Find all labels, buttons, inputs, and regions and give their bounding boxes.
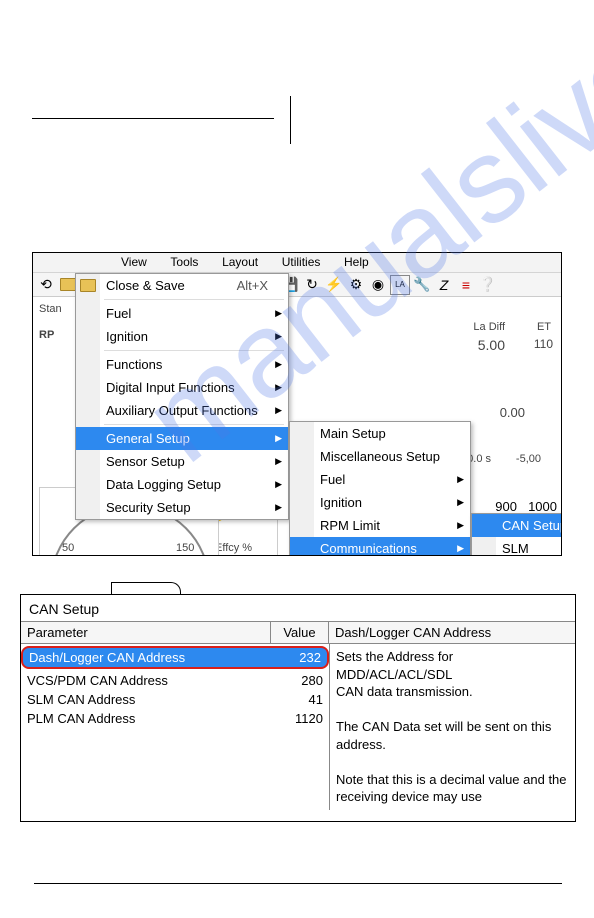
can-table-header: Parameter Value Dash/Logger CAN Address xyxy=(21,621,575,644)
menu-item-data-logging[interactable]: Data Logging Setup▶ xyxy=(76,473,288,496)
menu-item-slm[interactable]: SLM▶ xyxy=(472,537,562,556)
grid-val: 1000 xyxy=(517,499,557,514)
menu-item-aux-output[interactable]: Auxiliary Output Functions▶ xyxy=(76,399,288,422)
menu-item-ignition-sub[interactable]: Ignition▶ xyxy=(290,491,470,514)
submenu-communications: CAN Setup SLM▶ xyxy=(471,513,562,556)
desc-line: MDD/ACL/ACL/SDL xyxy=(336,666,569,684)
can-row-dash-logger[interactable]: Dash/Logger CAN Address 232 xyxy=(21,646,329,669)
desc-line: Note that this is a decimal value and th… xyxy=(336,771,569,806)
menu-screenshot: View Tools Layout Utilities Help ⟲ 💾 ↻ ⚡… xyxy=(32,252,562,556)
menu-item-can-setup[interactable]: CAN Setup xyxy=(472,514,562,537)
can-setup-title: CAN Setup xyxy=(21,595,575,621)
menubar-item-tools[interactable]: Tools xyxy=(160,253,208,271)
neg5-value: -5,00 xyxy=(516,453,541,465)
chevron-right-icon: ▶ xyxy=(275,308,282,319)
tab-notch xyxy=(111,582,181,594)
z-icon[interactable]: Z xyxy=(434,275,454,295)
menu-item-general-setup[interactable]: General Setup▶ xyxy=(76,427,288,450)
context-menu-main: Close & Save Alt+X Fuel▶ Ignition▶ Funct… xyxy=(75,273,289,520)
can-param-label: VCS/PDM CAN Address xyxy=(21,671,271,690)
can-param-value: 280 xyxy=(271,671,329,690)
help-icon[interactable]: ❔ xyxy=(478,275,498,295)
menubar-item-layout[interactable]: Layout xyxy=(212,253,268,271)
turbo-icon[interactable]: ◉ xyxy=(368,275,388,295)
rpm-label: RP xyxy=(39,329,54,341)
wrench-icon[interactable]: 🔧 xyxy=(412,275,432,295)
et-value: 110 xyxy=(534,337,553,351)
can-description: Sets the Address for MDD/ACL/ACL/SDL CAN… xyxy=(329,644,575,810)
menu-item-close-save[interactable]: Close & Save Alt+X xyxy=(76,274,288,297)
menu-item-communications[interactable]: Communications▶ xyxy=(290,537,470,556)
chevron-right-icon: ▶ xyxy=(457,520,464,531)
header-desc: Dash/Logger CAN Address xyxy=(329,622,575,643)
chevron-right-icon: ▶ xyxy=(457,497,464,508)
desc-line: The CAN Data set will be sent on this ad… xyxy=(336,718,569,753)
menu-item-functions[interactable]: Functions▶ xyxy=(76,353,288,376)
menu-item-main-setup[interactable]: Main Setup xyxy=(290,422,470,445)
divider-horizontal xyxy=(32,118,274,119)
chevron-right-icon: ▶ xyxy=(457,543,464,554)
menu-item-sensor-setup[interactable]: Sensor Setup▶ xyxy=(76,450,288,473)
can-param-label: PLM CAN Address xyxy=(21,709,271,728)
menu-item-misc-setup[interactable]: Miscellaneous Setup xyxy=(290,445,470,468)
chevron-right-icon: ▶ xyxy=(275,405,282,416)
mid-value: 0.00 xyxy=(500,405,525,420)
menu-item-security[interactable]: Security Setup▶ xyxy=(76,496,288,519)
divider-vertical xyxy=(290,96,291,144)
header-value: Value xyxy=(271,622,329,643)
chevron-right-icon: ▶ xyxy=(275,502,282,513)
back-icon[interactable]: ⟲ xyxy=(36,275,56,295)
can-param-label: Dash/Logger CAN Address xyxy=(23,648,270,667)
can-row-plm[interactable]: PLM CAN Address 1120 xyxy=(21,709,329,728)
menubar-item-help[interactable]: Help xyxy=(334,253,379,271)
can-row-slm[interactable]: SLM CAN Address 41 xyxy=(21,690,329,709)
shortcut-label: Alt+X xyxy=(237,278,268,293)
stan-label: Stan xyxy=(39,303,62,315)
menu-item-fuel-sub[interactable]: Fuel▶ xyxy=(290,468,470,491)
can-row-vcs-pdm[interactable]: VCS/PDM CAN Address 280 xyxy=(21,671,329,690)
effcy-label: Effcy % xyxy=(215,542,252,554)
la-diff-label: La Diff xyxy=(473,321,505,333)
menu-item-fuel[interactable]: Fuel▶ xyxy=(76,302,288,325)
chevron-right-icon: ▶ xyxy=(275,382,282,393)
la-icon[interactable]: LA xyxy=(390,275,410,295)
menu-item-rpm-limit[interactable]: RPM Limit▶ xyxy=(290,514,470,537)
chevron-right-icon: ▶ xyxy=(275,479,282,490)
redo-icon[interactable]: ↻ xyxy=(302,275,322,295)
folder-icon xyxy=(80,279,96,292)
desc-line: CAN data transmission. xyxy=(336,683,569,701)
gauge-tick-150: 150 xyxy=(176,542,194,554)
chevron-right-icon: ▶ xyxy=(275,433,282,444)
grid-val: 900 xyxy=(481,499,517,514)
bottom-divider xyxy=(34,883,562,884)
menubar-item-utilities[interactable]: Utilities xyxy=(272,253,331,271)
can-setup-screenshot: CAN Setup Parameter Value Dash/Logger CA… xyxy=(20,594,576,822)
menubar: View Tools Layout Utilities Help xyxy=(33,253,561,273)
can-table-rows: Dash/Logger CAN Address 232 VCS/PDM CAN … xyxy=(21,644,329,810)
et-label: ET xyxy=(537,321,551,333)
can-param-value: 232 xyxy=(270,648,327,667)
desc-line: Sets the Address for xyxy=(336,648,569,666)
gauge-tick-50: 50 xyxy=(62,542,74,554)
menu-item-ignition[interactable]: Ignition▶ xyxy=(76,325,288,348)
chevron-right-icon: ▶ xyxy=(275,331,282,342)
bars-icon[interactable]: ≡ xyxy=(456,275,476,295)
chevron-right-icon: ▶ xyxy=(457,474,464,485)
gear-set-icon[interactable]: ⚙ xyxy=(346,275,366,295)
submenu-general-setup: Main Setup Miscellaneous Setup Fuel▶ Ign… xyxy=(289,421,471,556)
chevron-right-icon: ▶ xyxy=(275,456,282,467)
can-param-label: SLM CAN Address xyxy=(21,690,271,709)
can-param-value: 41 xyxy=(271,690,329,709)
can-param-value: 1120 xyxy=(271,709,329,728)
menu-item-digital-input[interactable]: Digital Input Functions▶ xyxy=(76,376,288,399)
header-parameter: Parameter xyxy=(21,622,271,643)
chevron-right-icon: ▶ xyxy=(275,359,282,370)
flash-icon[interactable]: ⚡ xyxy=(324,275,344,295)
la-diff-value: 5.00 xyxy=(478,337,505,353)
menubar-item-view[interactable]: View xyxy=(111,253,157,271)
